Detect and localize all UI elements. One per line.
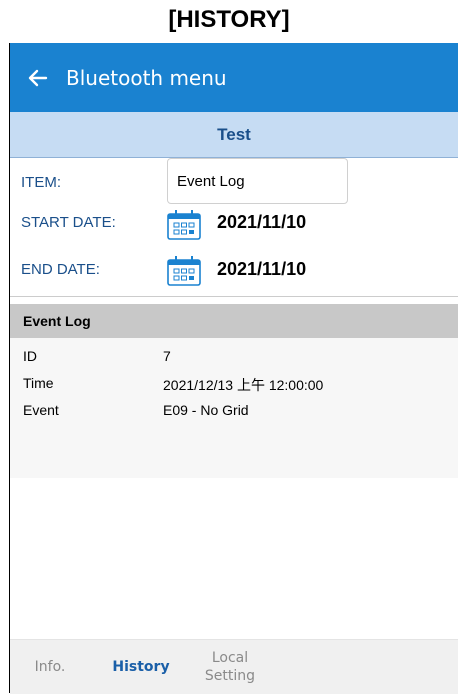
detail-key: Event [23, 402, 59, 418]
back-button[interactable] [10, 66, 66, 90]
tab-local-setting[interactable]: Local Setting [190, 640, 270, 694]
tab-info-label: Info. [34, 659, 66, 675]
start-date-value[interactable]: 2021/11/10 [217, 212, 306, 233]
item-label: ITEM: [21, 174, 61, 191]
tab-local-setting-label: Local Setting [204, 650, 256, 684]
app-screen: Bluetooth menu Test ITEM: Event Log STAR… [9, 43, 458, 694]
app-bar: Bluetooth menu [10, 43, 458, 112]
event-log-header: Event Log [10, 304, 458, 338]
tab-history-label: History [112, 659, 170, 675]
device-title: Test [10, 112, 458, 158]
form-divider [10, 296, 458, 297]
tab-info[interactable]: Info. [20, 640, 80, 694]
detail-value: E09 - No Grid [163, 402, 249, 418]
detail-value: 2021/12/13 上午 12:00:00 [163, 377, 324, 393]
end-date-label: END DATE: [21, 261, 100, 278]
detail-key: ID [23, 348, 37, 364]
event-detail-panel: ID 7 Time 2021/12/13 上午 12:00:00 Event E… [10, 338, 458, 478]
tab-history[interactable]: History [106, 640, 176, 694]
app-bar-title: Bluetooth menu [66, 65, 227, 90]
detail-key: Time [23, 375, 54, 391]
detail-value: 7 [163, 348, 171, 364]
bottom-tab-bar: Info. History Local Setting [10, 639, 458, 694]
start-date-label: START DATE: [21, 214, 116, 231]
end-date-value[interactable]: 2021/11/10 [217, 259, 306, 280]
back-arrow-icon [28, 69, 48, 86]
start-calendar-icon[interactable] [167, 210, 201, 240]
end-calendar-icon[interactable] [167, 256, 201, 286]
item-select[interactable]: Event Log [167, 158, 348, 204]
page-caption: [HISTORY] [168, 6, 290, 33]
